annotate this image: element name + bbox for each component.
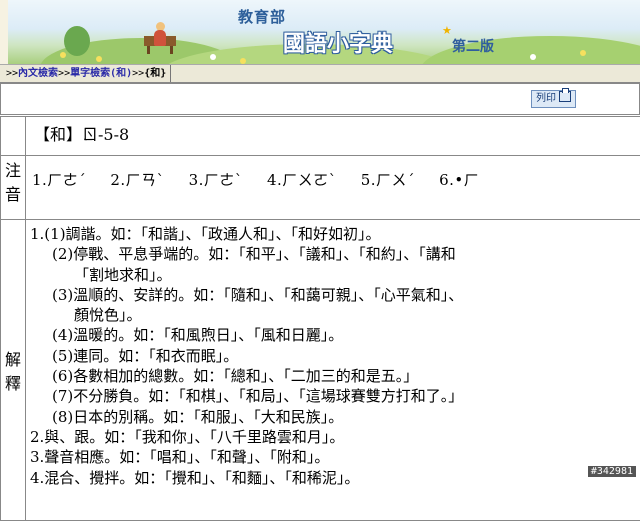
definition-line: (8)日本的別稱。如：「和服」、「大和民族」。 — [30, 407, 640, 427]
zhuyin-label-char: 音 — [5, 181, 21, 205]
zhuyin-reading: 4.ㄏㄨㄛˋ — [267, 169, 337, 190]
definition-label-char: 解 — [5, 346, 21, 370]
star-icon: ★ — [442, 24, 452, 37]
definition-line: 4.混合、攪拌。如：「攪和」、「和麵」、「和稀泥」。 — [30, 468, 640, 488]
breadcrumb-separator: >> — [132, 68, 144, 79]
banner-bench-leg — [170, 46, 173, 54]
banner-flower — [210, 54, 216, 60]
definition-line: (7)不分勝負。如：「和棋」、「和局」、「這場球賽雙方打和了。」 — [30, 386, 640, 406]
edition-label: 第二版 — [452, 36, 494, 56]
definition-line: 2.與、跟。如：「我和你」、「八千里路雲和月」。 — [30, 427, 640, 447]
toolbar: 列印 — [0, 83, 640, 115]
dictionary-title: 國語小字典 — [283, 26, 393, 58]
dictionary-entry: 【和】ㄖ-5-8 注 音 1.ㄏㄜˊ 2.ㄏㄢˋ 3.ㄏㄜˋ 4.ㄏㄨㄛˋ 5.ㄏㄨˊ 6… — [0, 116, 640, 521]
banner-flower — [96, 56, 102, 62]
definition-label: 解 釋 — [1, 220, 26, 521]
banner-bench-leg — [147, 46, 150, 54]
print-button-label: 列印 — [536, 93, 556, 104]
zhuyin-reading: 6.•ㄏ — [439, 169, 479, 190]
zhuyin-reading: 3.ㄏㄜˋ — [189, 169, 243, 190]
banner-flower — [530, 54, 536, 60]
banner-flower — [580, 50, 586, 56]
banner-tree — [64, 26, 90, 56]
definition-line: (6)各數相加的總數。如：「總和」、「二加三的和是五。」 — [30, 366, 640, 386]
breadcrumb-link-fulltext[interactable]: 內文檢索 — [18, 68, 58, 79]
definitions: 1.(1)調諧。如：「和諧」、「政通人和」、「和好如初」。 (2)停戰、平息爭端… — [26, 220, 640, 521]
banner-flower — [60, 52, 66, 58]
headword-side — [1, 117, 26, 156]
banner-edge — [0, 0, 8, 64]
definition-line: 顏悅色」。 — [30, 305, 640, 325]
ministry-name: 教育部 — [238, 6, 286, 27]
image-watermark: #342981 — [588, 466, 636, 477]
zhuyin-label-char: 注 — [5, 157, 21, 181]
definition-line: (2)停戰、平息爭端的。如：「和平」、「議和」、「和約」、「講和 — [30, 244, 640, 264]
breadcrumb-link-char-search[interactable]: 單字檢索(和) — [70, 68, 132, 79]
headword: 【和】ㄖ-5-8 — [26, 117, 640, 156]
breadcrumb-separator: >> — [6, 68, 18, 79]
breadcrumb-current: {和} — [144, 68, 166, 79]
breadcrumb-path: >>內文檢索>>單字檢索(和)>>{和} — [0, 65, 171, 82]
breadcrumb: >>內文檢索>>單字檢索(和)>>{和} — [0, 64, 640, 83]
print-button[interactable]: 列印 — [531, 90, 576, 108]
definition-row: 解 釋 1.(1)調諧。如：「和諧」、「政通人和」、「和好如初」。 (2)停戰、… — [1, 220, 640, 521]
definition-line: 1.(1)調諧。如：「和諧」、「政通人和」、「和好如初」。 — [30, 224, 640, 244]
zhuyin-label: 注 音 — [1, 156, 26, 220]
breadcrumb-separator: >> — [58, 68, 70, 79]
zhuyin-reading: 1.ㄏㄜˊ — [32, 169, 86, 190]
definition-label-char: 釋 — [5, 370, 21, 394]
definition-line: 「割地求和」。 — [30, 265, 640, 285]
printer-icon — [559, 91, 571, 102]
zhuyin-reading: 5.ㄏㄨˊ — [361, 169, 415, 190]
headword-row: 【和】ㄖ-5-8 — [1, 117, 640, 156]
zhuyin-row: 注 音 1.ㄏㄜˊ 2.ㄏㄢˋ 3.ㄏㄜˋ 4.ㄏㄨㄛˋ 5.ㄏㄨˊ 6.•ㄏ — [1, 156, 640, 220]
zhuyin-reading: 2.ㄏㄢˋ — [110, 169, 164, 190]
definition-line: (3)溫順的、安詳的。如：「隨和」、「和藹可親」、「心平氣和」、 — [30, 285, 640, 305]
banner-child — [154, 30, 166, 46]
zhuyin-readings: 1.ㄏㄜˊ 2.ㄏㄢˋ 3.ㄏㄜˋ 4.ㄏㄨㄛˋ 5.ㄏㄨˊ 6.•ㄏ — [26, 156, 640, 220]
site-banner: 教育部 國語小字典 ★ 第二版 — [0, 0, 640, 64]
definition-line: (5)連同。如：「和衣而眠」。 — [30, 346, 640, 366]
definition-line: 3.聲音相應。如：「唱和」、「和聲」、「附和」。 — [30, 447, 640, 467]
definition-line: (4)溫暖的。如：「和風煦日」、「風和日麗」。 — [30, 325, 640, 345]
